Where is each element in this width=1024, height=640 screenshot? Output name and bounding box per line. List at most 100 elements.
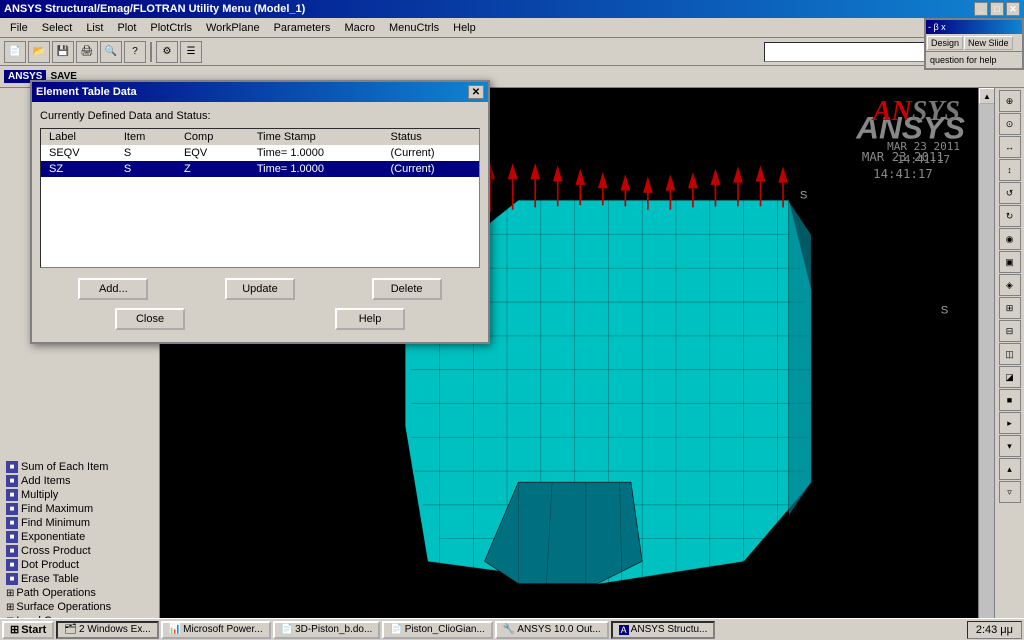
add-button[interactable]: Add...	[78, 278, 148, 300]
sidebar-item-dot[interactable]: ■ Dot Product	[4, 558, 155, 572]
start-label: Start	[21, 624, 46, 636]
menu-menuctrls[interactable]: MenuCtrls	[383, 20, 445, 36]
data-table: Label Item Comp Time Stamp Status SEQV S…	[41, 129, 479, 177]
update-button[interactable]: Update	[225, 278, 295, 300]
col-header-item: Item	[116, 129, 176, 145]
toolbar-btn-print[interactable]: 🖨	[76, 41, 98, 63]
svg-text:S: S	[941, 304, 949, 316]
svg-text:S: S	[800, 189, 808, 201]
dialog-close-button[interactable]: ✕	[468, 85, 484, 99]
element-table-dialog[interactable]: Element Table Data ✕ Currently Defined D…	[30, 80, 490, 344]
toolbar-btn-run[interactable]: ▶	[974, 41, 996, 63]
cell-timestamp-0: Time= 1.0000	[249, 145, 383, 161]
toolbar-btn-8[interactable]: ☰	[180, 41, 202, 63]
table-row[interactable]: SEQV S EQV Time= 1.0000 (Current)	[41, 145, 479, 161]
taskbar-items: 🗂 2 Windows Ex... 📊 Microsoft Power... 📄…	[56, 621, 715, 639]
multiply-icon: ■	[6, 489, 18, 501]
menu-macro[interactable]: Macro	[338, 20, 381, 36]
table-row-selected[interactable]: SZ S Z Time= 1.0000 (Current)	[41, 161, 479, 177]
rt-btn-13[interactable]: ◪	[999, 366, 1021, 388]
sidebar-item-sum[interactable]: ■ Sum of Each Item	[4, 460, 155, 474]
toolbar-btn-open[interactable]: 📂	[28, 41, 50, 63]
dialog-title-bar[interactable]: Element Table Data ✕	[32, 82, 488, 102]
dialog-action-buttons: Add... Update Delete	[40, 278, 480, 300]
taskbar-item-4[interactable]: 📄 Piston_ClioGian...	[382, 621, 493, 639]
sidebar-item-erase[interactable]: ■ Erase Table	[4, 572, 155, 586]
toolbar-btn-5[interactable]: 🔍	[100, 41, 122, 63]
menu-list[interactable]: List	[80, 20, 109, 36]
cell-label-0: SEQV	[41, 145, 116, 161]
toolbar-btn-save[interactable]: 💾	[52, 41, 74, 63]
sidebar-item-findmin[interactable]: ■ Find Minimum	[4, 516, 155, 530]
ansys-logo-red: AN	[873, 96, 912, 127]
rt-btn-16[interactable]: ▾	[999, 435, 1021, 457]
close-button[interactable]: Close	[115, 308, 185, 330]
data-table-container[interactable]: Label Item Comp Time Stamp Status SEQV S…	[40, 128, 480, 268]
sidebar-group-surface[interactable]: ⊞ Surface Operations	[4, 600, 155, 614]
taskbar-item-3[interactable]: 📄 3D-Piston_b.do...	[273, 621, 381, 639]
sidebar-item-cross[interactable]: ■ Cross Product	[4, 544, 155, 558]
rt-btn-8[interactable]: ▣	[999, 251, 1021, 273]
taskbar-item-5[interactable]: 🔧 ANSYS 10.0 Out...	[495, 621, 609, 639]
sidebar-item-multiply[interactable]: ■ Multiply	[4, 488, 155, 502]
delete-button[interactable]: Delete	[372, 278, 442, 300]
toolbar-btn-6[interactable]: ?	[124, 41, 146, 63]
menu-workplane[interactable]: WorkPlane	[200, 20, 266, 36]
rt-btn-5[interactable]: ↺	[999, 182, 1021, 204]
menu-help[interactable]: Help	[447, 20, 482, 36]
rt-btn-4[interactable]: ↕	[999, 159, 1021, 181]
rt-btn-15[interactable]: ▸	[999, 412, 1021, 434]
rt-btn-17[interactable]: ▴	[999, 458, 1021, 480]
menu-plot[interactable]: Plot	[111, 20, 142, 36]
rt-btn-18[interactable]: ▿	[999, 481, 1021, 503]
ansys-logo: ANSYS	[873, 96, 960, 128]
taskbar-item-1[interactable]: 🗂 2 Windows Ex...	[56, 621, 158, 639]
rt-btn-3[interactable]: ↔	[999, 136, 1021, 158]
rt-btn-12[interactable]: ◫	[999, 343, 1021, 365]
dot-icon: ■	[6, 559, 18, 571]
toolbar-combo[interactable]	[764, 42, 964, 62]
sidebar-item-findmax[interactable]: ■ Find Maximum	[4, 502, 155, 516]
maximize-button[interactable]: □	[990, 2, 1004, 16]
scroll-track[interactable]	[979, 104, 994, 624]
cell-timestamp-1: Time= 1.0000	[249, 161, 383, 177]
menu-parameters[interactable]: Parameters	[268, 20, 337, 36]
cell-status-1: (Current)	[383, 161, 479, 177]
taskbar-icon-1: 🗂	[64, 624, 77, 635]
taskbar-item-6[interactable]: A ANSYS Structu...	[611, 621, 716, 639]
rt-btn-1[interactable]: ⊕	[999, 90, 1021, 112]
dialog-subtitle: Currently Defined Data and Status:	[40, 110, 480, 122]
toolbar-btn-7[interactable]: ⚙	[156, 41, 178, 63]
cell-label-1: SZ	[41, 161, 116, 177]
menu-plotctrls[interactable]: PlotCtrls	[144, 20, 198, 36]
rt-btn-11[interactable]: ⊟	[999, 320, 1021, 342]
toolbar-separator	[150, 42, 152, 62]
menu-bar: File Select List Plot PlotCtrls WorkPlan…	[0, 18, 1024, 38]
rt-btn-9[interactable]: ◈	[999, 274, 1021, 296]
taskbar-item-2[interactable]: 📊 Microsoft Power...	[161, 621, 271, 639]
add-icon: ■	[6, 475, 18, 487]
rt-btn-14[interactable]: ■	[999, 389, 1021, 411]
sidebar-item-exp[interactable]: ■ Exponentiate	[4, 530, 155, 544]
menu-file[interactable]: File	[4, 20, 34, 36]
col-header-timestamp: Time Stamp	[249, 129, 383, 145]
menu-select[interactable]: Select	[36, 20, 79, 36]
start-icon: ⊞	[10, 623, 19, 636]
rt-btn-2[interactable]: ⊙	[999, 113, 1021, 135]
rt-btn-7[interactable]: ◉	[999, 228, 1021, 250]
dialog-content: Currently Defined Data and Status: Label…	[32, 102, 488, 342]
start-button[interactable]: ⊞ Start	[2, 621, 54, 639]
rt-btn-10[interactable]: ⊞	[999, 297, 1021, 319]
toolbar-btn-stop[interactable]: ⏹	[998, 41, 1020, 63]
help-button[interactable]: Help	[335, 308, 405, 330]
sidebar-item-add[interactable]: ■ Add Items	[4, 474, 155, 488]
rt-btn-6[interactable]: ↻	[999, 205, 1021, 227]
close-button[interactable]: ✕	[1006, 2, 1020, 16]
toolbar-btn-new[interactable]: 📄	[4, 41, 26, 63]
cell-status-0: (Current)	[383, 145, 479, 161]
sidebar-group-path[interactable]: ⊞ Path Operations	[4, 586, 155, 600]
col-header-status: Status	[383, 129, 479, 145]
ansys-logo-gray: SYS	[912, 96, 960, 127]
minimize-button[interactable]: _	[974, 2, 988, 16]
scroll-up-btn[interactable]: ▲	[979, 88, 995, 104]
